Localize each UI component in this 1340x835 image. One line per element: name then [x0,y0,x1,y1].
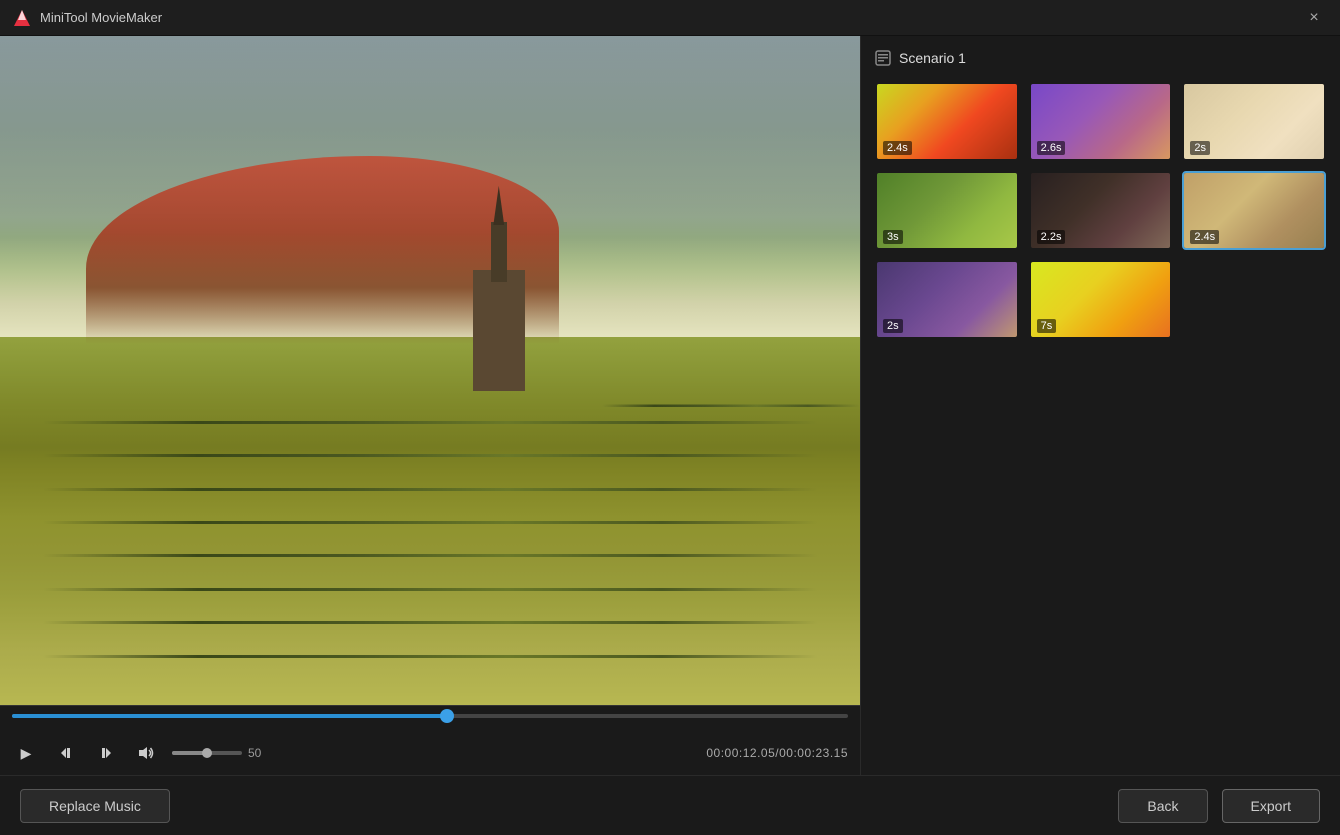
replace-music-button[interactable]: Replace Music [20,789,170,823]
controls-row: ▶ [12,739,848,767]
scenario-title: Scenario 1 [899,50,966,66]
thumbnail-item-t7[interactable]: 2s [875,260,1019,339]
export-button[interactable]: Export [1222,789,1320,823]
thumbnail-label-t2: 2.6s [1037,141,1066,155]
thumbnail-item-t3[interactable]: 2s [1182,82,1326,161]
right-buttons: Back Export [1118,789,1320,823]
thumbnail-label-t6: 2.4s [1190,230,1219,244]
thumbnail-image-t2: 2.6s [1031,84,1171,159]
bottom-bar: Replace Music Back Export [0,775,1340,835]
thumbnail-label-t1: 2.4s [883,141,912,155]
thumbnail-image-t5: 2.2s [1031,173,1171,248]
player-panel: ▶ [0,36,860,775]
thumbnail-label-t8: 7s [1037,319,1057,333]
thumbnail-image-t8: 7s [1031,262,1171,337]
step-forward-button[interactable] [92,739,120,767]
thumbnail-label-t3: 2s [1190,141,1210,155]
thumbnail-item-t5[interactable]: 2.2s [1029,171,1173,250]
thumbnail-label-t5: 2.2s [1037,230,1066,244]
thumbnails-grid: 2.4s 2.6s 2s 3s 2.2s 2.4s 2s 7s [875,82,1326,339]
thumbnail-label-t4: 3s [883,230,903,244]
thumbnail-item-t6[interactable]: 2.4s [1182,171,1326,250]
video-container [0,36,860,705]
app-title: MiniTool MovieMaker [40,10,162,25]
scenario-panel: Scenario 1 2.4s 2.6s 2s 3s 2.2s 2.4s 2s 7s [860,36,1340,775]
step-back-icon [58,745,74,761]
volume-slider-wrap: 50 [172,746,272,760]
progress-track[interactable] [12,714,848,718]
volume-button[interactable] [132,739,160,767]
main-area: ▶ [0,36,1340,775]
thumbnail-item-t1[interactable]: 2.4s [875,82,1019,161]
volume-thumb[interactable] [202,748,212,758]
thumbnail-item-t8[interactable]: 7s [1029,260,1173,339]
thumbnail-image-t4: 3s [877,173,1017,248]
time-display: 00:00:12.05/00:00:23.15 [706,746,848,760]
scenario-header: Scenario 1 [875,50,1326,66]
play-button[interactable]: ▶ [12,739,40,767]
scenario-icon [875,50,891,66]
app-logo-icon [12,8,32,28]
volume-track[interactable] [172,751,242,755]
thumbnail-image-t7: 2s [877,262,1017,337]
volume-value: 50 [248,746,272,760]
back-button[interactable]: Back [1118,789,1207,823]
titlebar-left: MiniTool MovieMaker [12,8,162,28]
vineyard [0,371,860,706]
step-back-button[interactable] [52,739,80,767]
thumbnail-image-t3: 2s [1184,84,1324,159]
thumbnail-item-t4[interactable]: 3s [875,171,1019,250]
titlebar: MiniTool MovieMaker × [0,0,1340,36]
progress-fill [12,714,447,718]
church-tower [491,222,506,282]
progress-thumb[interactable] [440,709,454,723]
close-button[interactable]: × [1300,4,1328,32]
thumbnail-image-t6: 2.4s [1184,173,1324,248]
video-frame [0,36,860,705]
thumbnail-image-t1: 2.4s [877,84,1017,159]
thumbnail-label-t7: 2s [883,319,903,333]
volume-icon [137,745,155,761]
thumbnail-item-t2[interactable]: 2.6s [1029,82,1173,161]
controls-bar: ▶ [0,705,860,775]
step-forward-icon [98,745,114,761]
